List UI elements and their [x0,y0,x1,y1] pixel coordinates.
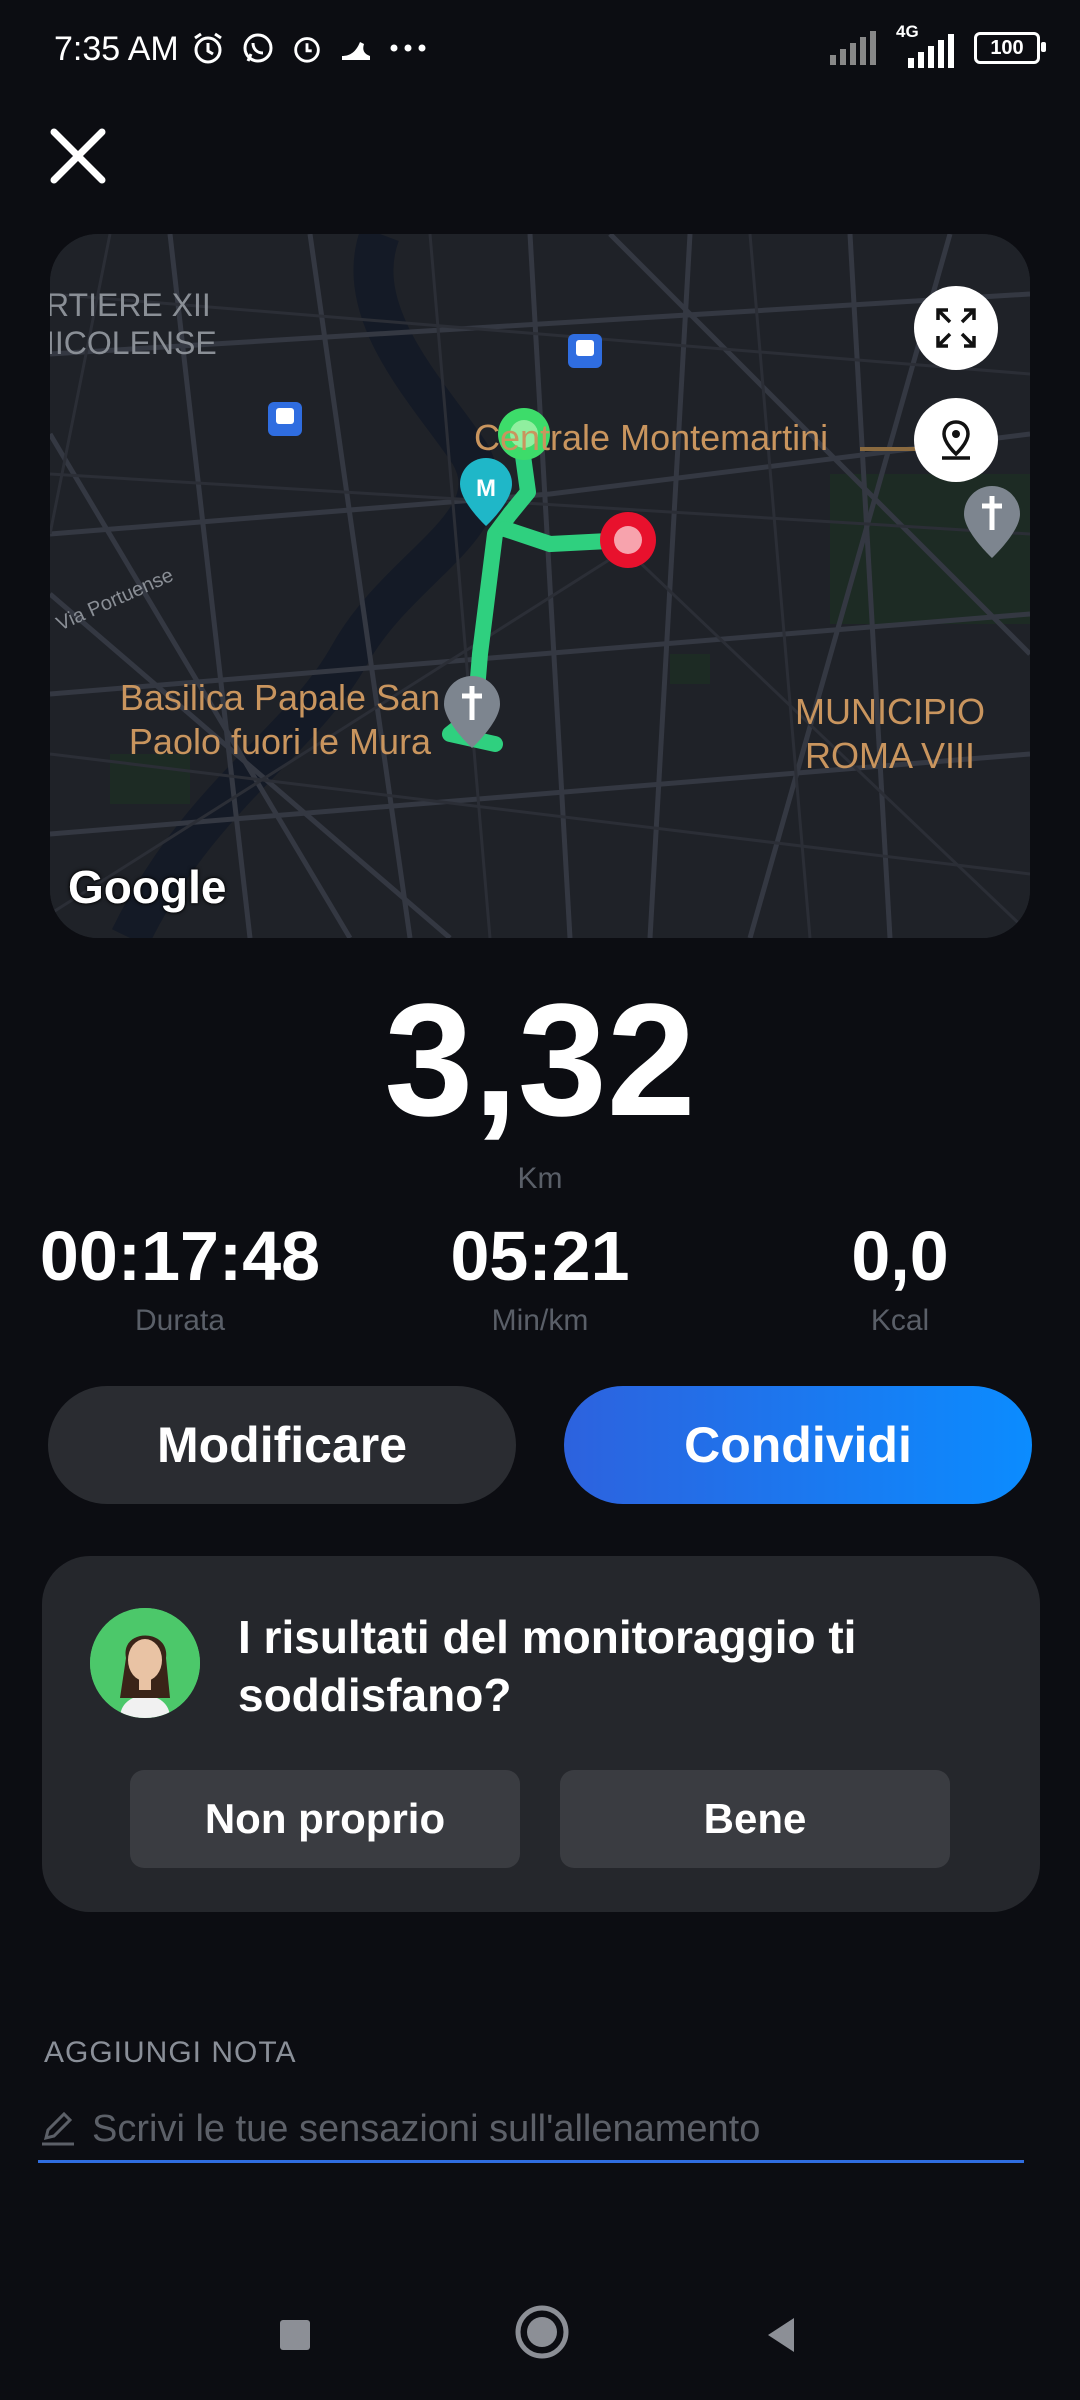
map-label-line: IICOLENSE [50,325,217,361]
distance-unit: Km [517,1162,563,1195]
svg-text:M: M [476,475,496,502]
google-logo: Google [68,861,227,913]
map-label-line: Basilica Papale San [119,677,441,718]
feedback-no-button[interactable]: Non proprio [130,1770,520,1868]
notification-icons [190,26,428,70]
signal-icon [830,31,876,65]
stat-pace: 05:21 Min/km [360,1216,720,1338]
home-circle-icon [515,2305,569,2359]
kcal-value: 0,0 [851,1217,949,1295]
close-button[interactable] [40,118,116,194]
note-input[interactable] [90,2106,1014,2152]
status-time: 7:35 AM [54,30,179,68]
recents-button[interactable] [270,2310,320,2360]
location-pin-icon [942,420,970,460]
map-label-basilica: Basilica Papale San Paolo fuori le Mura [90,676,470,764]
map-label-district: RTIERE XII IICOLENSE [50,286,217,362]
alarm-icon [294,37,320,63]
map-label-line: Paolo fuori le Mura [128,721,432,762]
stat-kcal: 0,0 Kcal [720,1216,1080,1338]
signal-4g-icon: 4G [896,22,956,68]
duration-label: Durata [134,1304,226,1337]
running-shoe-icon [342,42,370,60]
map-label-line: ROMA VIII [804,735,976,776]
feedback-card: I risultati del monitoraggio ti soddisfa… [42,1556,1040,1912]
back-button[interactable] [756,2310,806,2360]
whatsapp-icon [243,33,273,63]
map-label-line: RTIERE XII [50,287,211,323]
fullscreen-button[interactable] [914,286,998,370]
kcal-label: Kcal [870,1304,930,1337]
pencil-icon [42,2111,74,2146]
status-indicators: 4G 100 [828,22,1046,70]
pace-label: Min/km [491,1304,589,1337]
stat-duration: 00:17:48 Durata [0,1216,360,1338]
note-title: AGGIUNGI NOTA [44,2036,297,2069]
pace-value: 05:21 [450,1217,630,1295]
home-button[interactable] [512,2302,572,2362]
distance-value: 3,32 [384,970,696,1149]
share-button[interactable]: Condividi [564,1386,1032,1504]
status-bar: 7:35 AM 4G 100 [0,0,1080,100]
feedback-yes-button[interactable]: Bene [560,1770,950,1868]
close-icon [50,128,106,184]
coach-avatar [90,1608,200,1718]
route-map[interactable]: M RTIERE XII IICOLENSE Centrale Montemar… [50,234,1030,938]
back-triangle-icon [768,2318,794,2352]
more-icon [390,44,426,52]
map-label-municipio: MUNICIPIO ROMA VIII [790,690,990,778]
feedback-question: I risultati del monitoraggio ti soddisfa… [238,1611,857,1721]
edit-button[interactable]: Modificare [48,1386,516,1504]
battery-icon: 100 [974,32,1046,64]
map-label-centrale: Centrale Montemartini [474,417,829,458]
duration-value: 00:17:48 [39,1217,321,1295]
note-field[interactable] [38,2100,1024,2163]
expand-icon [936,308,976,348]
system-nav-bar [0,2280,1080,2390]
square-icon [280,2320,310,2350]
alarm-clock-icon [194,32,222,64]
map-label-line: MUNICIPIO [794,691,985,732]
recenter-button[interactable] [914,398,998,482]
